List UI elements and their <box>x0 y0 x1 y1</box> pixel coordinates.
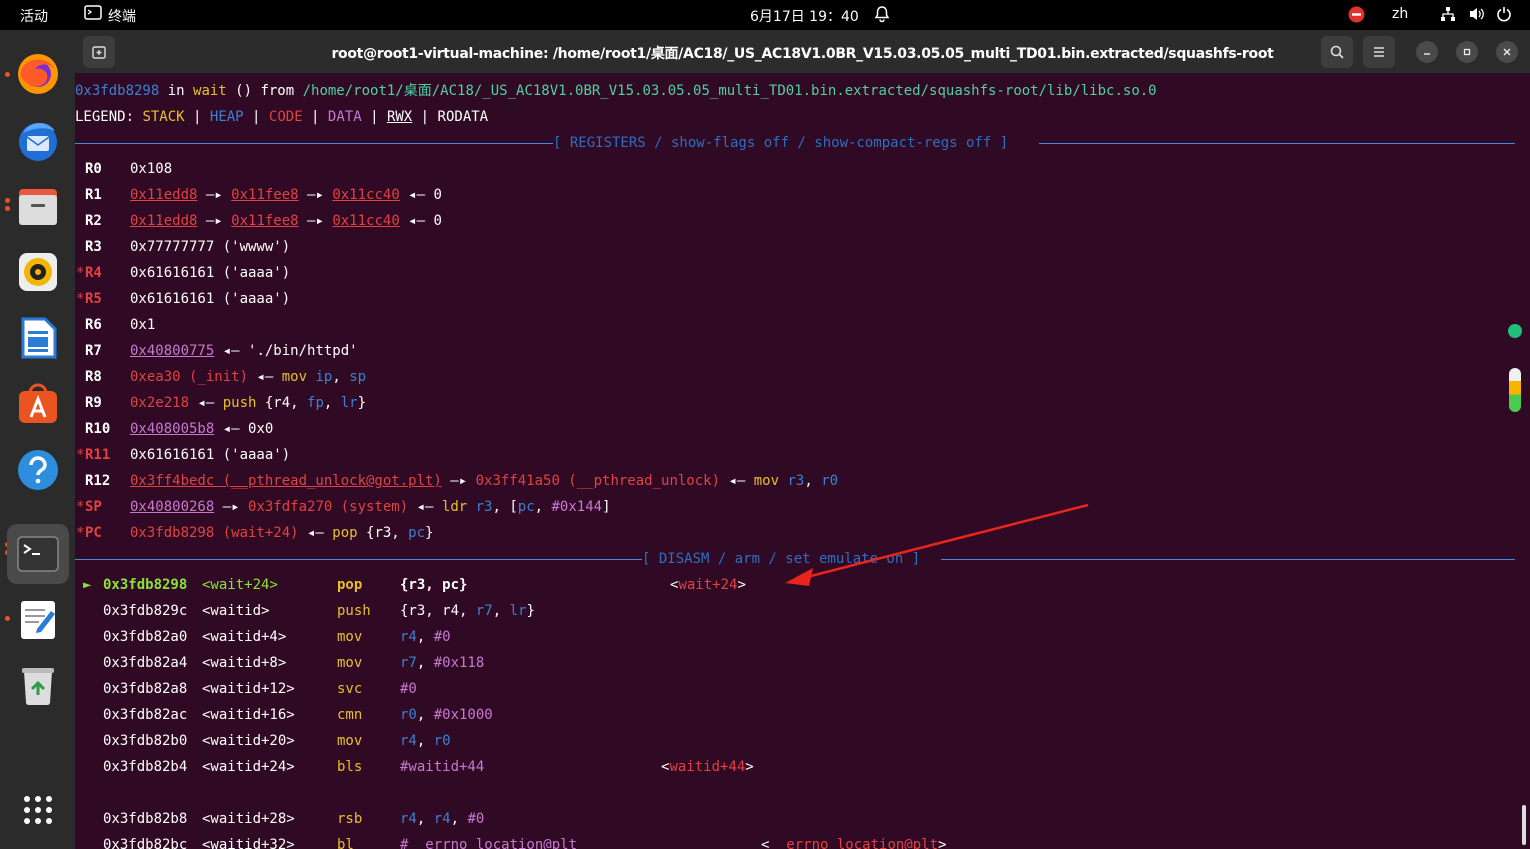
network-icon[interactable] <box>1440 6 1456 26</box>
running-indicator <box>5 206 10 211</box>
app-center-icon[interactable] <box>14 380 62 428</box>
trash-icon[interactable] <box>14 662 62 710</box>
red-arrow-annotation <box>785 503 1089 586</box>
clock[interactable]: 6月17日 19：40 <box>750 6 859 26</box>
help-icon[interactable] <box>14 446 62 494</box>
terminal-dock-icon[interactable] <box>7 524 69 584</box>
libreoffice-writer-icon[interactable] <box>14 314 62 362</box>
running-indicator <box>5 72 10 77</box>
terminal-window: root@root1-virtual-machine: /home/root1/… <box>75 30 1530 849</box>
status-dot <box>1508 324 1522 338</box>
running-indicator <box>5 198 10 203</box>
bell-icon <box>874 5 890 27</box>
terminal-app-icon <box>84 5 102 25</box>
power-icon[interactable] <box>1496 6 1512 26</box>
activities-button[interactable]: 活动 <box>20 6 48 26</box>
firefox-icon[interactable] <box>14 50 62 98</box>
volume-icon[interactable] <box>1468 6 1486 26</box>
show-apps-icon[interactable] <box>14 786 62 834</box>
top-bar: 活动 终端 6月17日 19：40 zh <box>0 0 1530 30</box>
thunderbird-icon[interactable] <box>14 116 62 164</box>
running-indicator <box>5 616 10 621</box>
rhythmbox-icon[interactable] <box>14 248 62 296</box>
do-not-disturb-icon[interactable] <box>1348 6 1365 27</box>
text-editor-icon[interactable] <box>14 596 62 644</box>
app-menu-label[interactable]: 终端 <box>108 6 136 26</box>
side-widget <box>1508 320 1522 432</box>
files-icon[interactable] <box>14 182 62 230</box>
level-indicator <box>1509 368 1521 412</box>
input-method-indicator[interactable]: zh <box>1392 6 1408 22</box>
dock <box>0 30 75 849</box>
